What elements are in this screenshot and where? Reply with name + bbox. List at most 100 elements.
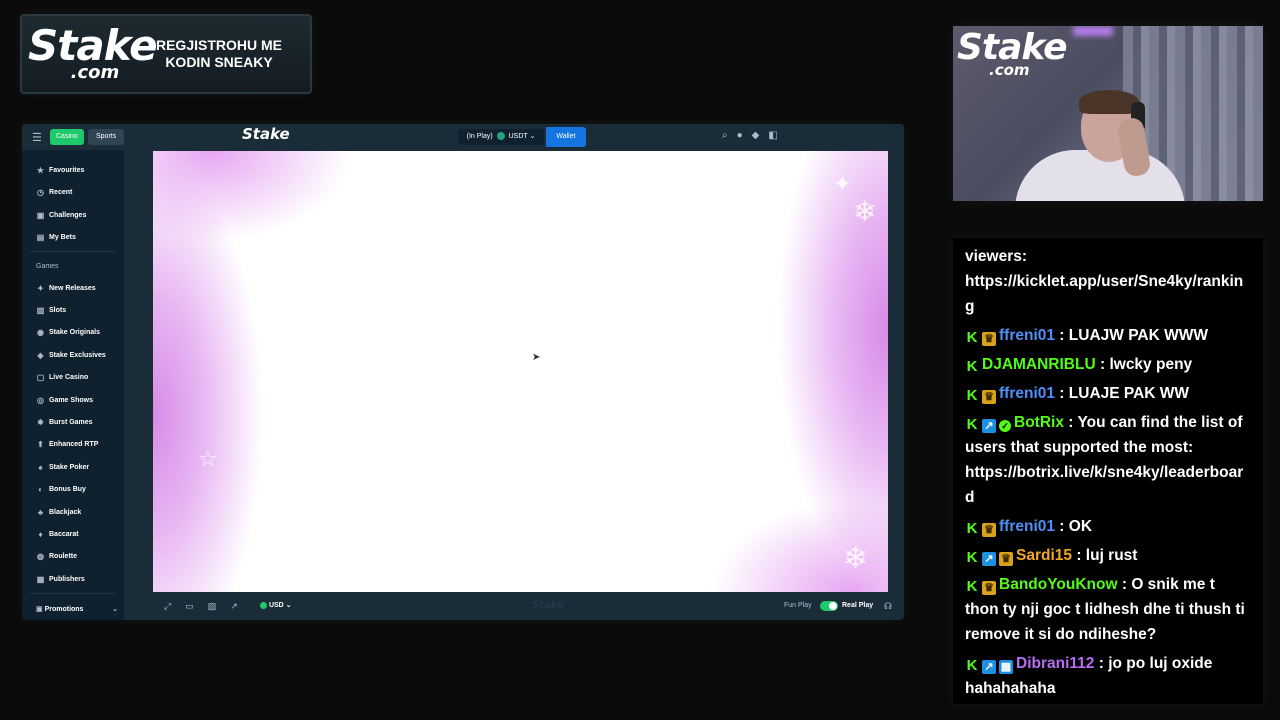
chat-separator: : <box>1055 385 1069 402</box>
sidebar-item-stake-exclusives[interactable]: ◈ Stake Exclusives <box>36 351 105 360</box>
sidebar-item-label: Stake Poker <box>49 464 90 471</box>
bot-badge-icon: ↗ <box>982 552 996 566</box>
slots-icon: ▥ <box>36 306 45 315</box>
chat-username[interactable]: Sardi15 <box>1016 547 1072 564</box>
divider <box>30 593 116 594</box>
balance-label: (In Play) <box>466 133 493 140</box>
trophy-icon: ▣ <box>36 211 45 220</box>
chat-message: K ↗ ♛ Sardi15 : luj rust <box>965 543 1251 568</box>
webcam-feed: Stake .com <box>953 26 1263 201</box>
menu-icon[interactable]: ☰ <box>32 131 42 144</box>
publishers-icon: ▦ <box>36 575 45 584</box>
currency-selector[interactable]: USD ⌄ <box>260 601 292 609</box>
crown-badge-icon: ♛ <box>982 581 996 595</box>
balance-selector[interactable]: (In Play) USDT ⌄ <box>458 129 544 145</box>
sidebar-item-label: Live Casino <box>49 374 89 381</box>
popout-icon[interactable]: ↗ <box>230 601 238 612</box>
sidebar-item-stake-poker[interactable]: ♠ Stake Poker <box>36 463 89 472</box>
sidebar-item-new-releases[interactable]: ✦ New Releases <box>36 284 96 293</box>
chat-message: viewers: https://kicklet.app/user/Sne4ky… <box>965 244 1251 319</box>
baccarat-icon: ♦ <box>38 530 43 539</box>
crown-badge-icon: ♛ <box>999 552 1013 566</box>
sidebar-item-promotions[interactable]: ▣ Promotions ⌄ <box>36 605 118 613</box>
sidebar-item-label: Enhanced RTP <box>49 441 99 448</box>
sidebar-item-favourites[interactable]: ★ Favourites <box>36 166 85 175</box>
sidebar-item-game-shows[interactable]: ◎ Game Shows <box>36 396 93 405</box>
usdt-coin-icon <box>496 132 505 141</box>
chat-message: K DJAMANRIBLU : lwcky peny <box>965 352 1251 377</box>
sidebar-item-label: Burst Games <box>49 419 93 426</box>
kick-badge-icon: K <box>966 657 978 674</box>
chat-separator: : <box>1063 414 1078 431</box>
site-logo[interactable]: Stake <box>242 127 290 142</box>
sidebar-item-label: Favourites <box>49 167 85 174</box>
chat-username[interactable]: ffreni01 <box>999 518 1055 535</box>
originals-icon: ◉ <box>37 328 44 337</box>
play-mode-toggle[interactable] <box>820 601 838 611</box>
sidebar-toggle-icon[interactable]: ◧ <box>768 130 777 141</box>
notification-icon[interactable]: ◆ <box>752 130 760 141</box>
sidebar-item-label: Game Shows <box>49 397 93 404</box>
chat-separator: : <box>1117 576 1132 593</box>
rtp-icon: ⬆ <box>37 440 44 449</box>
chat-username[interactable]: ffreni01 <box>999 327 1055 344</box>
chat-message-text: LUAJE PAK WW <box>1068 385 1190 402</box>
sparkle-decoration-icon: ✦ <box>833 171 852 196</box>
tab-sports[interactable]: Sports <box>88 129 125 145</box>
headset-icon[interactable]: ☊ <box>884 601 892 612</box>
live-icon: ▢ <box>36 373 45 382</box>
sidebar-item-blackjack[interactable]: ♣ Blackjack <box>36 508 81 517</box>
sidebar-item-label: My Bets <box>49 234 76 241</box>
stake-logo: Stake .com <box>22 25 158 82</box>
crown-badge-icon: ♛ <box>982 332 996 346</box>
sub-badge-icon: ▦ <box>999 660 1013 674</box>
chat-message-text: LUAJW PAK WWW <box>1068 327 1208 344</box>
sidebar-item-burst-games[interactable]: ✸ Burst Games <box>36 418 93 427</box>
sidebar-item-stake-originals[interactable]: ◉ Stake Originals <box>36 328 100 337</box>
chat-username[interactable]: BotRix <box>1014 414 1064 431</box>
tab-casino[interactable]: Casino <box>50 129 84 145</box>
mouse-cursor-icon: ➤ <box>532 352 541 363</box>
roulette-icon: ◍ <box>37 552 44 561</box>
chevron-down-icon: ⌄ <box>112 606 118 613</box>
wallet-button[interactable]: Wallet <box>546 127 586 147</box>
search-icon[interactable]: ⌕ <box>722 130 728 141</box>
chat-message-text: OK <box>1068 518 1093 535</box>
chat-message-text: luj rust <box>1085 547 1138 564</box>
gameshow-icon: ◎ <box>37 396 44 405</box>
bonus-icon: ◐ <box>38 485 43 494</box>
kick-badge-icon: K <box>966 578 978 595</box>
theatre-mode-icon[interactable]: ▭ <box>185 601 194 612</box>
chat-message: K ↗ ▦ Dibrani112 : jo po luj oxide hahahaha… <box>965 651 1251 701</box>
gift-icon: ▣ <box>36 606 45 613</box>
chat-message: K ♛ ffreni01 : LUAJE PAK WW <box>965 381 1251 406</box>
sidebar-item-slots[interactable]: ▥ Slots <box>36 306 66 315</box>
sidebar-item-label: Promotions <box>44 606 84 613</box>
sidebar-item-baccarat[interactable]: ♦ Baccarat <box>36 530 79 539</box>
sidebar-item-label: Blackjack <box>49 509 82 516</box>
user-icon[interactable]: ● <box>737 130 743 141</box>
game-frame[interactable]: ✦ ❄ ☆ ❄ ➤ <box>153 151 888 592</box>
snowflake-decoration-icon: ❄ <box>853 196 877 227</box>
fullscreen-icon[interactable]: ⤢ <box>164 601 171 612</box>
currency-label: USD <box>268 602 284 609</box>
sidebar-item-roulette[interactable]: ◍ Roulette <box>36 552 77 561</box>
sidebar-item-bonus-buy[interactable]: ◐ Bonus Buy <box>36 485 86 494</box>
sidebar-item-enhanced-rtp[interactable]: ⬆ Enhanced RTP <box>36 440 98 449</box>
game-control-icons: ⤢ ▭ ▨ ↗ <box>164 601 238 612</box>
chat-username[interactable]: Dibrani112 <box>1016 655 1094 672</box>
chevron-down-icon: ⌄ <box>529 133 536 140</box>
sidebar-item-label: Baccarat <box>49 531 79 538</box>
webcam-stake-logo: Stake .com <box>957 30 1068 78</box>
stats-icon[interactable]: ▨ <box>208 601 217 612</box>
sidebar-item-publishers[interactable]: ▦ Publishers <box>36 575 85 584</box>
sidebar-item-recent[interactable]: ◷ Recent <box>36 188 72 197</box>
sidebar-item-challenges[interactable]: ▣ Challenges <box>36 211 87 220</box>
chat-username[interactable]: BandoYouKnow <box>999 576 1118 593</box>
sidebar-item-label: Challenges <box>49 212 87 219</box>
chat-username[interactable]: DJAMANRIBLU <box>982 356 1096 373</box>
chat-username[interactable]: ffreni01 <box>999 385 1055 402</box>
burst-icon: ✸ <box>37 418 44 427</box>
sidebar-item-live-casino[interactable]: ▢ Live Casino <box>36 373 89 382</box>
sidebar-item-my-bets[interactable]: ▤ My Bets <box>36 233 76 242</box>
